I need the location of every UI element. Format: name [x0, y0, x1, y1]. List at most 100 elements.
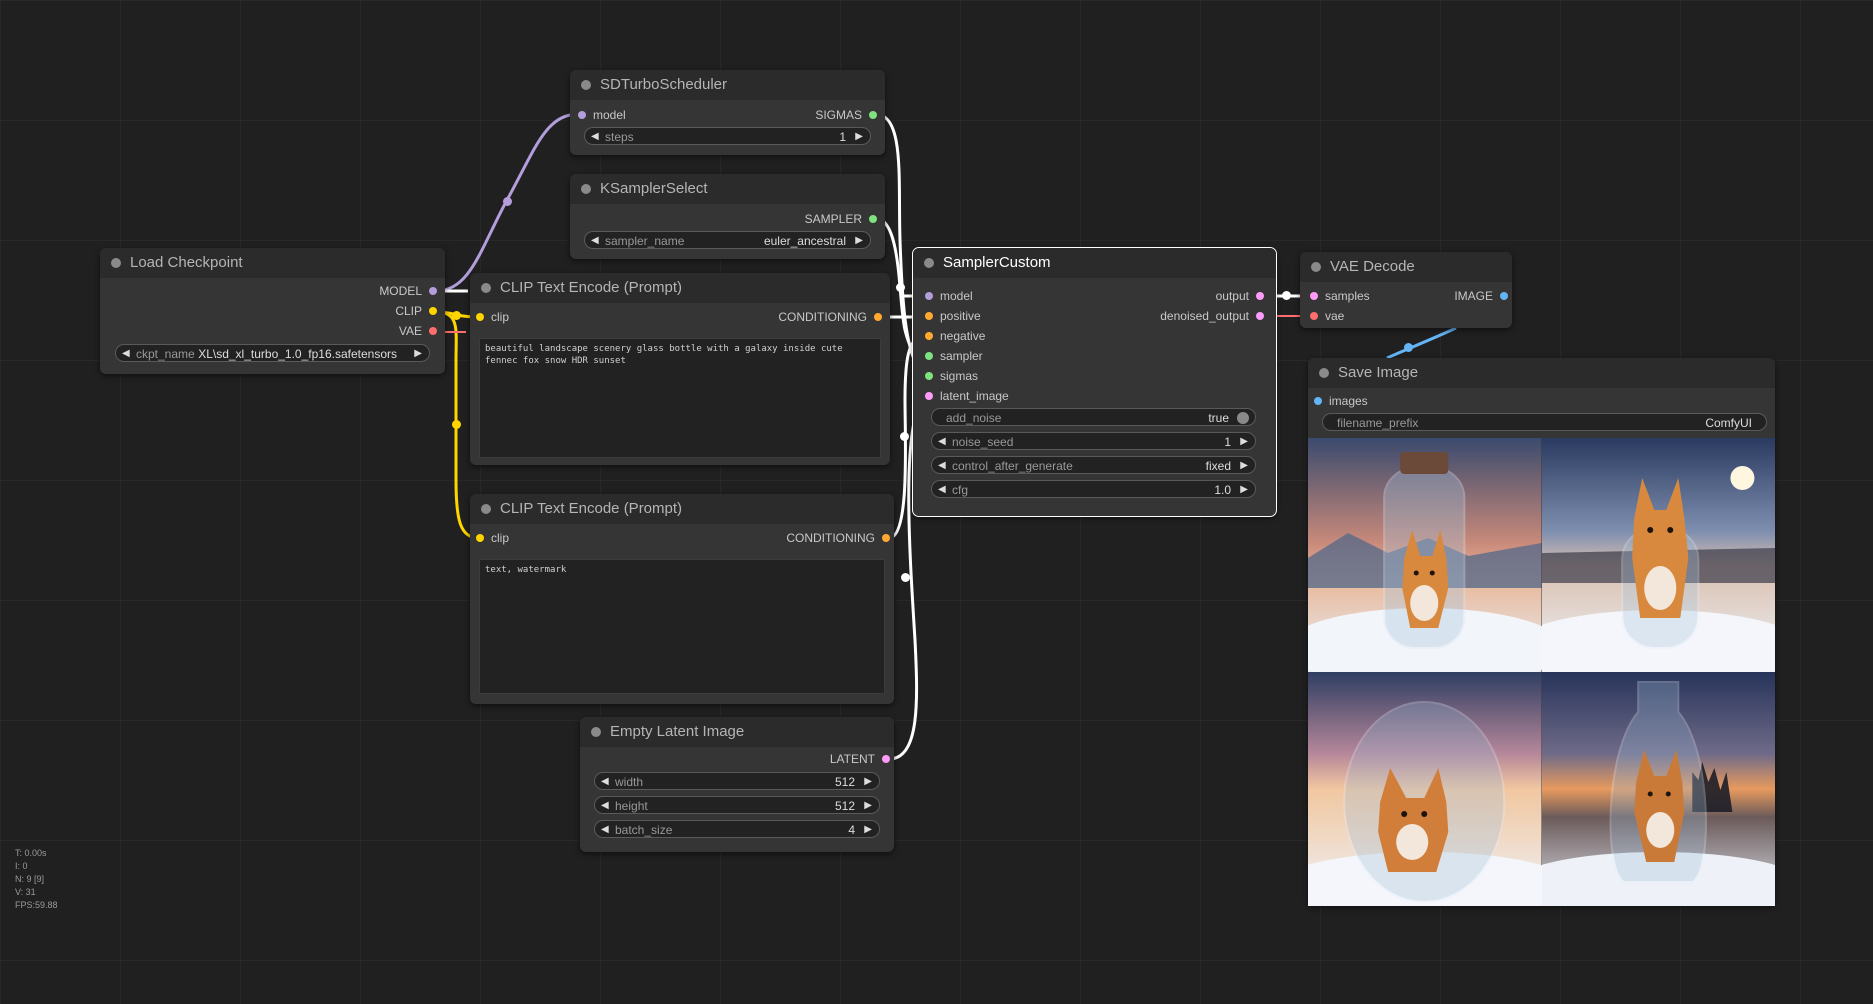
slot-dot[interactable] [429, 327, 437, 335]
graph-canvas[interactable]: SDTurboScheduler model SIGMAS ◀ steps 1 … [0, 0, 1873, 1004]
slot-dot[interactable] [1256, 292, 1264, 300]
collapse-dot[interactable] [581, 184, 591, 194]
slot-dot[interactable] [1310, 292, 1318, 300]
slot-dot[interactable] [925, 372, 933, 380]
input-slot-sampler[interactable]: sampler [923, 347, 983, 365]
input-slot-clip[interactable]: clip [474, 308, 509, 326]
collapse-dot[interactable] [1311, 262, 1321, 272]
collapse-dot[interactable] [481, 283, 491, 293]
output-slot-clip[interactable]: CLIP [395, 302, 439, 320]
preview-image[interactable] [1308, 438, 1542, 672]
input-slot-clip[interactable]: clip [474, 529, 509, 547]
widget-ckpt-name[interactable]: ◀ ckpt_name XL\sd_xl_turbo_1.0_fp16.safe… [115, 344, 430, 362]
increment-arrow-icon[interactable]: ▶ [414, 345, 422, 363]
widget-value[interactable]: true [1208, 409, 1229, 427]
input-slot-model[interactable]: model [923, 287, 973, 305]
output-slot-output[interactable]: output [1216, 287, 1266, 305]
slot-dot[interactable] [1310, 312, 1318, 320]
output-slot-sigmas[interactable]: SIGMAS [815, 106, 879, 124]
node-save-image[interactable]: Save Image images filename_prefix ComfyU… [1308, 358, 1775, 906]
input-slot-vae[interactable]: vae [1308, 307, 1344, 325]
wire-knot[interactable] [1282, 291, 1291, 300]
decrement-arrow-icon[interactable]: ◀ [938, 433, 946, 451]
decrement-arrow-icon[interactable]: ◀ [601, 797, 609, 815]
wire-knot[interactable] [901, 573, 910, 582]
input-slot-sigmas[interactable]: sigmas [923, 367, 978, 385]
decrement-arrow-icon[interactable]: ◀ [122, 345, 130, 363]
collapse-dot[interactable] [481, 504, 491, 514]
decrement-arrow-icon[interactable]: ◀ [938, 457, 946, 475]
widget-value[interactable]: euler_ancestral [764, 232, 846, 250]
node-title[interactable]: CLIP Text Encode (Prompt) [470, 494, 894, 524]
increment-arrow-icon[interactable]: ▶ [1240, 481, 1248, 499]
wire-knot[interactable] [1404, 343, 1413, 352]
decrement-arrow-icon[interactable]: ◀ [591, 128, 599, 146]
input-slot-negative[interactable]: negative [923, 327, 985, 345]
slot-dot[interactable] [476, 313, 484, 321]
output-slot-denoised-output[interactable]: denoised_output [1160, 307, 1266, 325]
node-title[interactable]: CLIP Text Encode (Prompt) [470, 273, 890, 303]
widget-value[interactable]: 1 [1224, 433, 1231, 451]
slot-dot[interactable] [429, 307, 437, 315]
preview-image[interactable] [1541, 438, 1775, 672]
widget-noise-seed[interactable]: ◀ noise_seed 1 ▶ [931, 432, 1256, 450]
node-sampler-custom[interactable]: SamplerCustom model positive negative sa… [912, 247, 1277, 517]
increment-arrow-icon[interactable]: ▶ [855, 128, 863, 146]
node-empty-latent-image[interactable]: Empty Latent Image LATENT ◀ width 512 ▶ … [580, 717, 894, 852]
output-slot-conditioning[interactable]: CONDITIONING [778, 308, 884, 326]
increment-arrow-icon[interactable]: ▶ [855, 232, 863, 250]
slot-dot[interactable] [925, 312, 933, 320]
node-title[interactable]: KSamplerSelect [570, 174, 885, 204]
collapse-dot[interactable] [1319, 368, 1329, 378]
slot-dot[interactable] [925, 392, 933, 400]
image-preview-grid[interactable] [1308, 438, 1775, 906]
output-slot-latent[interactable]: LATENT [830, 750, 892, 768]
widget-batch-size[interactable]: ◀ batch_size 4 ▶ [594, 820, 880, 838]
slot-dot[interactable] [869, 215, 877, 223]
widget-width[interactable]: ◀ width 512 ▶ [594, 772, 880, 790]
collapse-dot[interactable] [581, 80, 591, 90]
node-load-checkpoint[interactable]: Load Checkpoint MODEL CLIP VAE ◀ ckpt_na… [100, 248, 445, 374]
output-slot-model[interactable]: MODEL [379, 282, 439, 300]
output-slot-vae[interactable]: VAE [399, 322, 439, 340]
slot-dot[interactable] [429, 287, 437, 295]
widget-value[interactable]: XL\sd_xl_turbo_1.0_fp16.safetensors [198, 345, 397, 363]
slot-dot[interactable] [925, 292, 933, 300]
slot-dot[interactable] [925, 352, 933, 360]
slot-dot[interactable] [882, 755, 890, 763]
increment-arrow-icon[interactable]: ▶ [864, 821, 872, 839]
slot-dot[interactable] [874, 313, 882, 321]
prompt-textarea[interactable]: beautiful landscape scenery glass bottle… [479, 338, 881, 458]
widget-value[interactable]: 1 [839, 128, 846, 146]
widget-value[interactable]: ComfyUI [1705, 414, 1752, 432]
node-vae-decode[interactable]: VAE Decode samples vae IMAGE [1300, 252, 1512, 328]
node-title[interactable]: Save Image [1308, 358, 1775, 388]
decrement-arrow-icon[interactable]: ◀ [591, 232, 599, 250]
wire-knot[interactable] [452, 420, 461, 429]
toggle-knob-icon[interactable] [1237, 412, 1249, 424]
output-slot-image[interactable]: IMAGE [1454, 287, 1510, 305]
collapse-dot[interactable] [111, 258, 121, 268]
decrement-arrow-icon[interactable]: ◀ [601, 821, 609, 839]
widget-value[interactable]: 4 [848, 821, 855, 839]
output-slot-sampler[interactable]: SAMPLER [805, 210, 879, 228]
output-slot-conditioning[interactable]: CONDITIONING [786, 529, 892, 547]
node-title[interactable]: SDTurboScheduler [570, 70, 885, 100]
node-ksampler-select[interactable]: KSamplerSelect SAMPLER ◀ sampler_name eu… [570, 174, 885, 259]
widget-value[interactable]: fixed [1206, 457, 1231, 475]
slot-dot[interactable] [882, 534, 890, 542]
node-title[interactable]: Load Checkpoint [100, 248, 445, 278]
widget-steps[interactable]: ◀ steps 1 ▶ [584, 127, 871, 145]
increment-arrow-icon[interactable]: ▶ [864, 797, 872, 815]
input-slot-latent-image[interactable]: latent_image [923, 387, 1009, 405]
slot-dot[interactable] [578, 111, 586, 119]
widget-height[interactable]: ◀ height 512 ▶ [594, 796, 880, 814]
slot-dot[interactable] [1314, 397, 1322, 405]
wire-knot[interactable] [503, 197, 512, 206]
collapse-dot[interactable] [591, 727, 601, 737]
slot-dot[interactable] [925, 332, 933, 340]
node-sd-turbo-scheduler[interactable]: SDTurboScheduler model SIGMAS ◀ steps 1 … [570, 70, 885, 155]
increment-arrow-icon[interactable]: ▶ [864, 773, 872, 791]
input-slot-images[interactable]: images [1312, 392, 1368, 410]
node-clip-text-encode-positive[interactable]: CLIP Text Encode (Prompt) clip CONDITION… [470, 273, 890, 465]
